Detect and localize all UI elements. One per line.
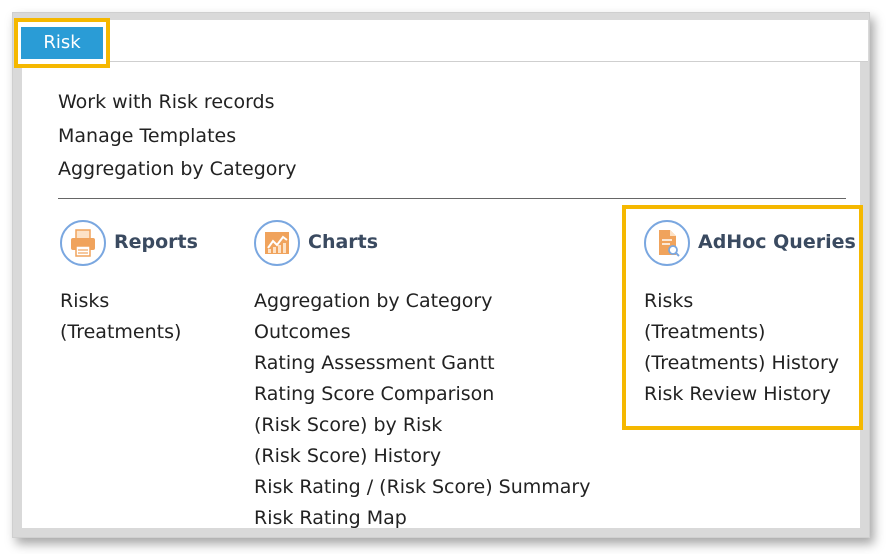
- tab-risk[interactable]: Risk: [21, 27, 103, 59]
- adhoc-item-risks[interactable]: Risks: [644, 286, 839, 317]
- printer-icon: [60, 220, 106, 266]
- link-work-with-risk-records[interactable]: Work with Risk records: [58, 86, 296, 120]
- charts-item-aggregation-by-category[interactable]: Aggregation by Category: [254, 286, 590, 317]
- tab-bar: [21, 20, 868, 62]
- charts-item-risk-score-by-risk[interactable]: (Risk Score) by Risk: [254, 410, 590, 441]
- divider: [58, 198, 846, 199]
- reports-item-treatments[interactable]: (Treatments): [60, 317, 181, 348]
- adhoc-item-treatments-history[interactable]: (Treatments) History: [644, 348, 839, 379]
- chart-icon: [254, 220, 300, 266]
- charts-item-risk-rating-map[interactable]: Risk Rating Map: [254, 503, 590, 534]
- charts-item-rating-score-comparison[interactable]: Rating Score Comparison: [254, 379, 590, 410]
- charts-item-risk-score-history[interactable]: (Risk Score) History: [254, 441, 590, 472]
- adhoc-item-treatments[interactable]: (Treatments): [644, 317, 839, 348]
- document-search-icon: [644, 220, 690, 266]
- charts-item-risk-rating-summary[interactable]: Risk Rating / (Risk Score) Summary: [254, 472, 590, 503]
- top-links: Work with Risk records Manage Templates …: [58, 86, 296, 187]
- charts-item-rating-assessment-gantt[interactable]: Rating Assessment Gantt: [254, 348, 590, 379]
- reports-item-risks[interactable]: Risks: [60, 286, 181, 317]
- reports-title: Reports: [114, 231, 198, 253]
- screenshot-frame: Risk Work with Risk records Manage Templ…: [0, 0, 890, 554]
- link-manage-templates[interactable]: Manage Templates: [58, 120, 296, 154]
- reports-items: Risks (Treatments): [60, 286, 181, 348]
- charts-title: Charts: [308, 231, 379, 253]
- risk-tab-highlight: Risk: [14, 18, 110, 68]
- charts-items: Aggregation by Category Outcomes Rating …: [254, 286, 590, 534]
- charts-item-outcomes[interactable]: Outcomes: [254, 317, 590, 348]
- adhoc-title: AdHoc Queries: [698, 231, 856, 253]
- adhoc-item-risk-review-history[interactable]: Risk Review History: [644, 379, 839, 410]
- link-aggregation-by-category[interactable]: Aggregation by Category: [58, 153, 296, 187]
- adhoc-items: Risks (Treatments) (Treatments) History …: [644, 286, 839, 410]
